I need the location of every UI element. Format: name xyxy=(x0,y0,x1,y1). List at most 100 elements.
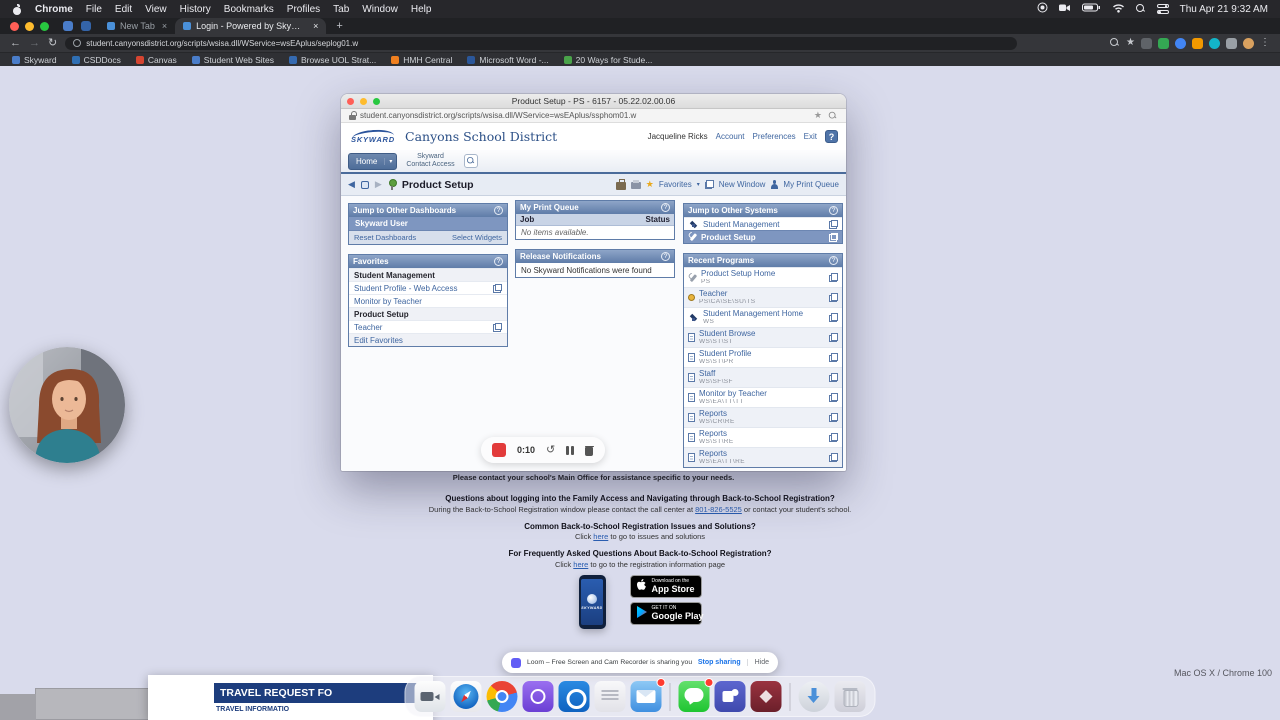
recent-program-row[interactable]: Teacher PS\CA\SE\SU\TS xyxy=(684,287,842,307)
program-link[interactable]: Product Setup Home xyxy=(701,270,825,278)
search-icon[interactable] xyxy=(1110,38,1120,48)
back-button[interactable]: ← xyxy=(10,37,21,49)
dock-icon-safari[interactable] xyxy=(450,681,482,712)
program-search-button[interactable] xyxy=(463,154,478,168)
extension-icon[interactable] xyxy=(1192,37,1203,49)
bookmark-item[interactable]: 20 Ways for Stude... xyxy=(563,55,652,65)
menu-app-name[interactable]: Chrome xyxy=(35,4,73,15)
program-link[interactable]: Student Browse xyxy=(699,330,825,338)
dock-icon-mail[interactable] xyxy=(630,678,666,712)
preferences-link[interactable]: Preferences xyxy=(753,132,796,141)
screen-record-icon[interactable] xyxy=(1037,2,1048,16)
menu-window[interactable]: Window xyxy=(362,4,398,15)
favorite-item[interactable]: Monitor by Teacher xyxy=(349,294,507,307)
pinned-tab-icon[interactable] xyxy=(63,21,73,31)
loom-webcam-bubble[interactable] xyxy=(9,347,125,463)
dock-icon-keynote[interactable] xyxy=(750,681,782,712)
site-info-icon[interactable] xyxy=(73,39,82,47)
program-link[interactable]: Reports xyxy=(699,410,825,418)
recent-program-row[interactable]: Reports WS\ST\RE xyxy=(684,427,842,447)
profile-avatar[interactable] xyxy=(1243,37,1254,49)
extension-icon[interactable] xyxy=(1175,37,1186,49)
recent-program-row[interactable]: Student Browse WS\ST\ST xyxy=(684,327,842,347)
open-new-window-icon[interactable] xyxy=(829,433,838,442)
system-label[interactable]: Product Setup xyxy=(701,233,825,242)
extension-icon[interactable] xyxy=(1158,37,1169,49)
forward-button[interactable]: → xyxy=(29,37,40,49)
help-icon[interactable]: ? xyxy=(829,256,838,265)
program-link[interactable]: Staff xyxy=(699,370,825,378)
help-icon[interactable]: ? xyxy=(494,206,503,215)
reset-dashboards-link[interactable]: Reset Dashboards xyxy=(354,233,416,242)
extension-icon[interactable] xyxy=(1141,37,1152,49)
bookmark-item[interactable]: Browse UOL Strat... xyxy=(288,55,376,65)
home-tab[interactable]: Home ▾ xyxy=(348,152,398,170)
bookmark-item[interactable]: Skyward xyxy=(12,55,57,65)
help-icon[interactable]: ? xyxy=(829,206,838,215)
extension-icon[interactable] xyxy=(1209,37,1220,49)
exit-link[interactable]: Exit xyxy=(804,132,817,141)
open-new-window-icon[interactable] xyxy=(829,293,838,302)
dock-icon-camera-app[interactable] xyxy=(414,681,446,712)
recent-program-row[interactable]: Reports WS\EA\TT\RE xyxy=(684,447,842,467)
background-travel-window[interactable]: TRAVEL REQUEST FO TRAVEL INFORMATIO xyxy=(148,675,433,720)
help-icon[interactable]: ? xyxy=(661,252,670,261)
help-button[interactable]: ? xyxy=(825,130,838,143)
zoom-window-button[interactable] xyxy=(40,21,49,31)
bookmark-item[interactable]: HMH Central xyxy=(391,55,452,65)
close-window-button[interactable] xyxy=(10,21,19,31)
phone-link[interactable]: 801-826-5525 xyxy=(695,505,742,514)
dock-icon-messages[interactable] xyxy=(678,678,714,712)
reload-button[interactable]: ↻ xyxy=(48,37,57,49)
back-icon[interactable]: ◀ xyxy=(348,180,355,189)
minimize-window-button[interactable] xyxy=(25,21,34,31)
restart-recording-icon[interactable]: ↺ xyxy=(546,444,555,456)
open-new-window-icon[interactable] xyxy=(829,373,838,382)
program-link[interactable]: Student Management Home xyxy=(703,310,825,318)
print-icon[interactable] xyxy=(630,179,641,189)
here-link[interactable]: here xyxy=(593,532,608,541)
recent-program-row[interactable]: Student Profile WS\ST\PR xyxy=(684,347,842,367)
stop-recording-button[interactable] xyxy=(492,443,506,457)
new-tab-button[interactable]: + xyxy=(336,20,342,32)
menu-edit[interactable]: Edit xyxy=(115,4,132,15)
recent-program-row[interactable]: Reports WS\CR\RE xyxy=(684,407,842,427)
tab-new-tab[interactable]: New Tab × xyxy=(99,18,175,34)
help-icon[interactable]: ? xyxy=(494,257,503,266)
help-icon[interactable]: ? xyxy=(661,203,670,212)
delete-recording-icon[interactable] xyxy=(584,445,594,456)
popup-address-bar[interactable]: student.canyonsdistrict.org/scripts/wsis… xyxy=(341,109,846,123)
open-new-window-icon[interactable] xyxy=(829,313,838,322)
menu-profiles[interactable]: Profiles xyxy=(287,4,320,15)
open-new-window-icon[interactable] xyxy=(829,219,838,229)
open-new-window-icon[interactable] xyxy=(829,273,838,282)
favorite-link[interactable]: Monitor by Teacher xyxy=(354,297,422,306)
dock-icon-downloads[interactable] xyxy=(798,681,830,712)
edit-favorites-row[interactable]: Edit Favorites xyxy=(349,333,507,346)
my-print-queue-link[interactable]: My Print Queue xyxy=(783,180,839,189)
open-new-window-icon[interactable] xyxy=(829,413,838,422)
open-new-window-icon[interactable] xyxy=(829,393,838,402)
control-center-icon[interactable] xyxy=(1156,3,1169,15)
open-new-window-icon[interactable] xyxy=(493,283,502,293)
close-icon[interactable]: × xyxy=(162,21,167,31)
pause-recording-icon[interactable] xyxy=(566,445,574,455)
bookmark-item[interactable]: Microsoft Word -... xyxy=(467,55,549,65)
dock-icon-teams[interactable] xyxy=(714,681,746,712)
favorite-item[interactable]: Teacher xyxy=(349,320,507,333)
favorite-link[interactable]: Student Profile - Web Access xyxy=(354,284,457,293)
bookmark-item[interactable]: Student Web Sites xyxy=(191,55,274,65)
program-link[interactable]: Teacher xyxy=(699,290,825,298)
dock-icon-trash[interactable] xyxy=(834,681,866,712)
stop-sharing-button[interactable]: Stop sharing xyxy=(698,659,741,666)
menu-history[interactable]: History xyxy=(180,4,211,15)
dock-icon-loom[interactable] xyxy=(522,681,554,712)
bookmark-star-icon[interactable]: ★ xyxy=(814,111,822,120)
edit-favorites-link[interactable]: Edit Favorites xyxy=(354,336,403,345)
recent-program-row[interactable]: Product Setup Home PS xyxy=(684,267,842,287)
dashboard-skyward-user[interactable]: Skyward User xyxy=(349,217,507,231)
briefcase-icon[interactable] xyxy=(615,179,626,190)
pinned-tab-icon[interactable] xyxy=(81,21,91,31)
chevron-down-icon[interactable]: ▾ xyxy=(697,181,700,188)
menu-help[interactable]: Help xyxy=(411,4,432,15)
